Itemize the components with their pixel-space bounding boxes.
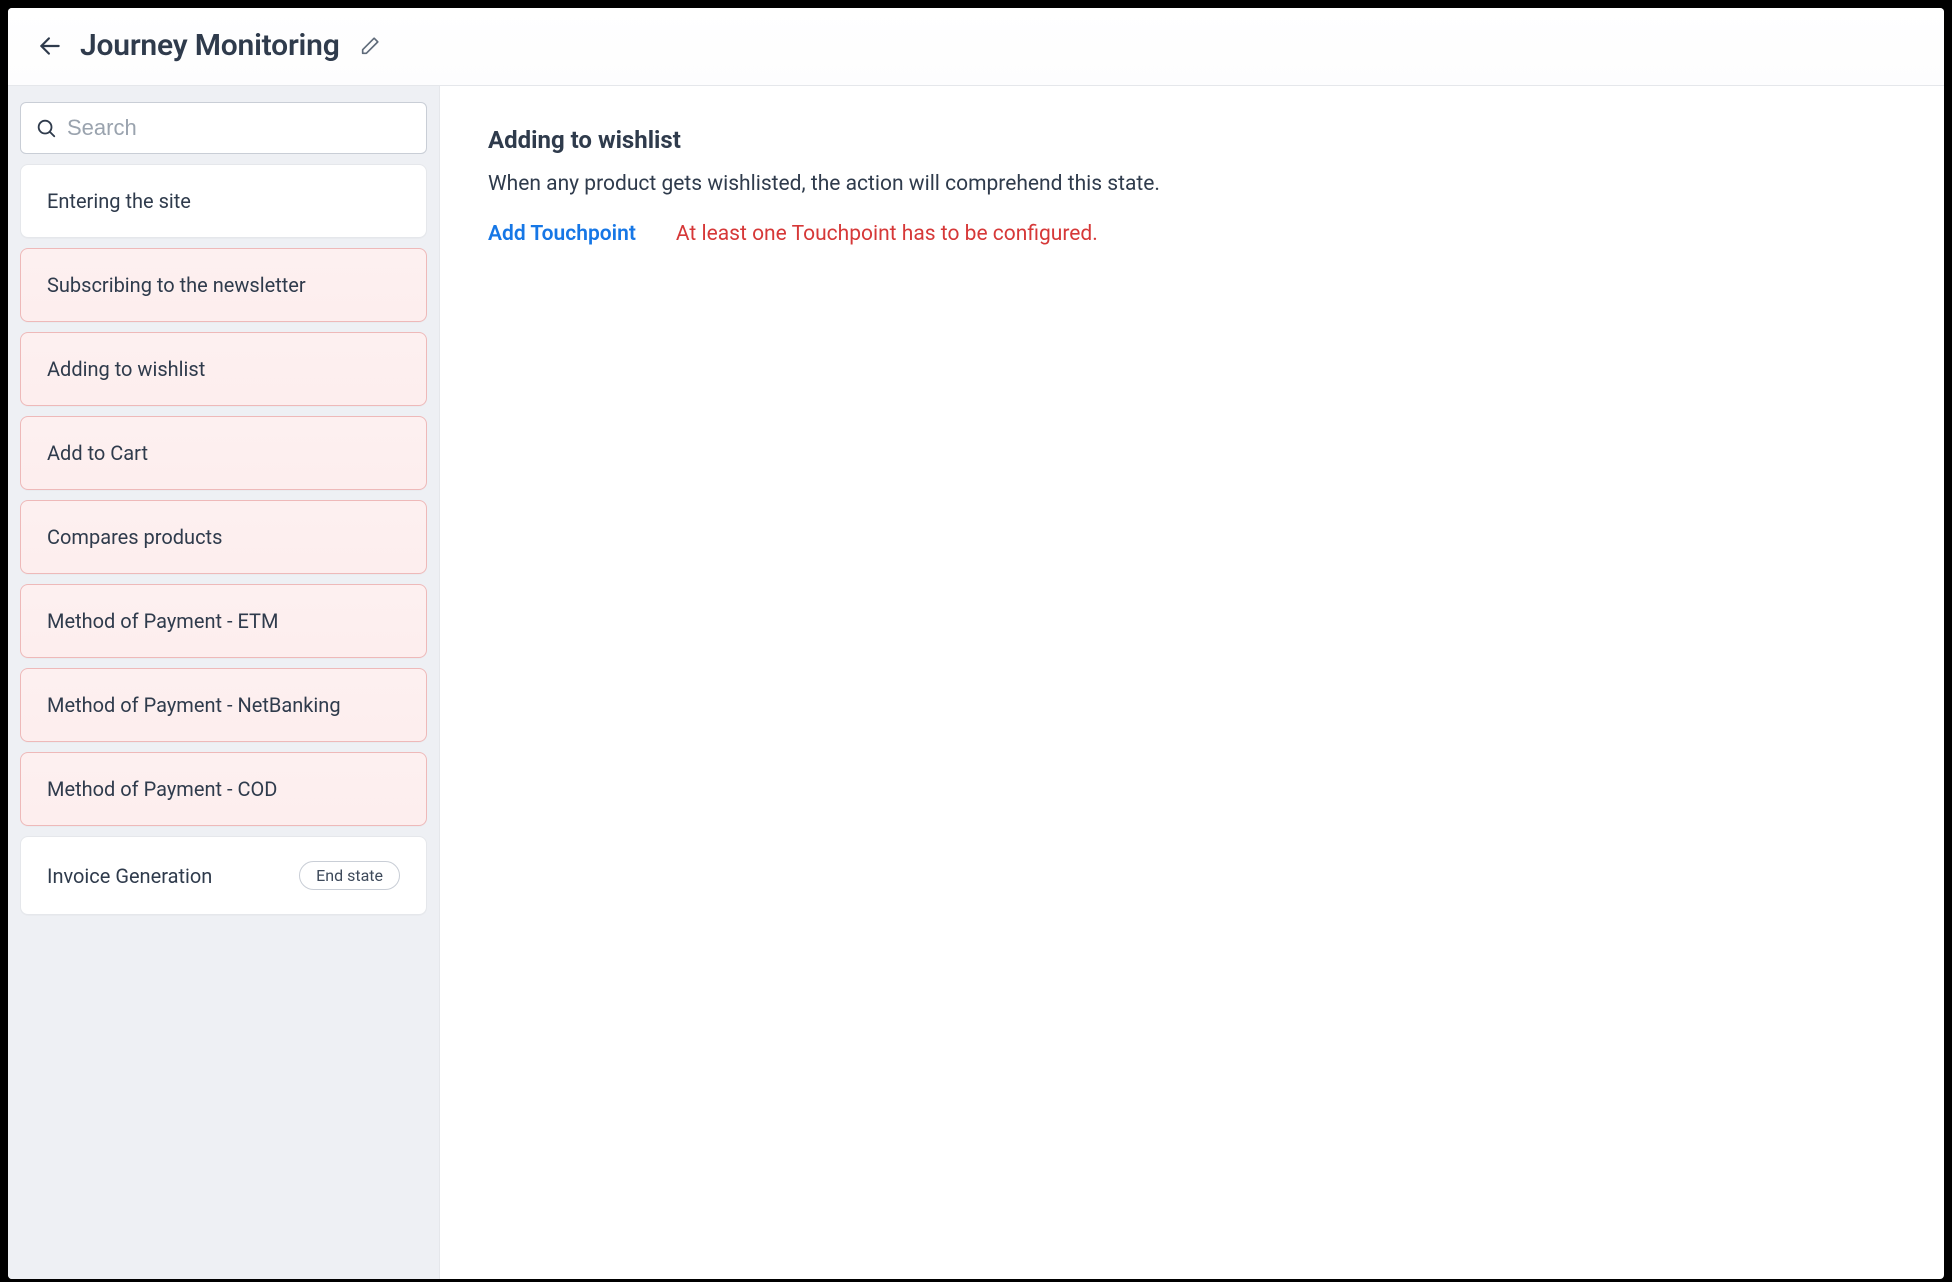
state-card-label: Method of Payment - ETM bbox=[47, 609, 278, 633]
add-touchpoint-button[interactable]: Add Touchpoint bbox=[488, 222, 636, 246]
state-card[interactable]: Method of Payment - ETM bbox=[20, 584, 427, 658]
edit-title-button[interactable] bbox=[356, 32, 384, 60]
state-card[interactable]: Add to Cart bbox=[20, 416, 427, 490]
search-input[interactable] bbox=[67, 115, 412, 141]
state-card-label: Invoice Generation bbox=[47, 864, 212, 888]
state-card[interactable]: Compares products bbox=[20, 500, 427, 574]
state-card-label: Method of Payment - NetBanking bbox=[47, 693, 341, 717]
page-title: Journey Monitoring bbox=[80, 28, 340, 63]
end-state-badge: End state bbox=[299, 861, 400, 890]
state-card[interactable]: Method of Payment - NetBanking bbox=[20, 668, 427, 742]
body: Entering the site Subscribing to the news… bbox=[8, 86, 1944, 1279]
sidebar: Entering the site Subscribing to the news… bbox=[8, 86, 440, 1279]
arrow-left-icon bbox=[37, 33, 63, 59]
state-card[interactable]: Adding to wishlist bbox=[20, 332, 427, 406]
state-card-label: Adding to wishlist bbox=[47, 357, 205, 381]
state-card[interactable]: Method of Payment - COD bbox=[20, 752, 427, 826]
state-card[interactable]: Invoice Generation End state bbox=[20, 836, 427, 915]
state-card[interactable]: Entering the site bbox=[20, 164, 427, 238]
state-card-label: Entering the site bbox=[47, 189, 191, 213]
state-list: Entering the site Subscribing to the news… bbox=[20, 164, 427, 915]
touchpoint-row: Add Touchpoint At least one Touchpoint h… bbox=[488, 222, 1896, 246]
state-card-label: Add to Cart bbox=[47, 441, 148, 465]
app-frame: Journey Monitoring Entering the site Subs… bbox=[8, 8, 1944, 1279]
state-card-label: Compares products bbox=[47, 525, 222, 549]
main-panel: Adding to wishlist When any product gets… bbox=[440, 86, 1944, 1279]
state-title: Adding to wishlist bbox=[488, 126, 1896, 154]
pencil-icon bbox=[359, 35, 381, 57]
touchpoint-warning: At least one Touchpoint has to be config… bbox=[676, 222, 1098, 246]
state-card-label: Subscribing to the newsletter bbox=[47, 273, 306, 297]
state-card[interactable]: Subscribing to the newsletter bbox=[20, 248, 427, 322]
search-field[interactable] bbox=[20, 102, 427, 154]
state-description: When any product gets wishlisted, the ac… bbox=[488, 172, 1896, 196]
page-header: Journey Monitoring bbox=[8, 8, 1944, 86]
state-card-label: Method of Payment - COD bbox=[47, 777, 277, 801]
search-icon bbox=[35, 117, 57, 139]
back-button[interactable] bbox=[36, 32, 64, 60]
